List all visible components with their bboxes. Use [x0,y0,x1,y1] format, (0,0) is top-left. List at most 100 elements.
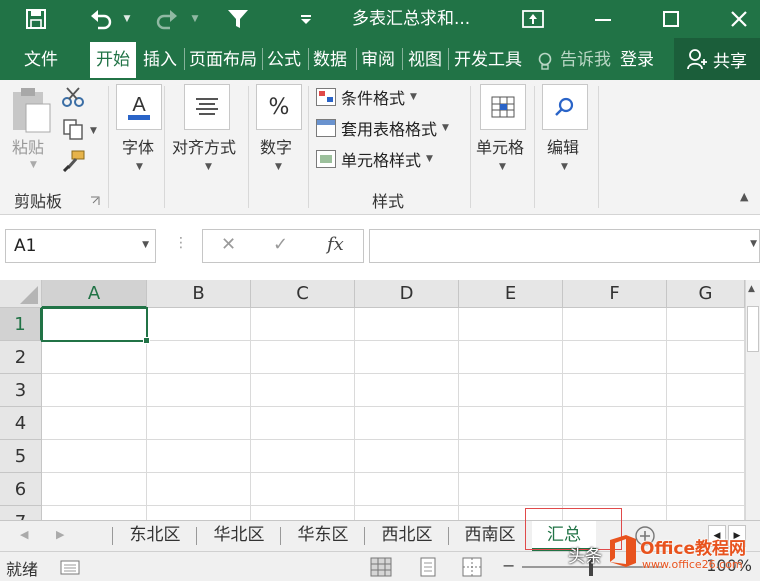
row-header-7[interactable]: 7 [0,506,42,520]
format-painter-icon[interactable] [62,150,86,176]
cell-g3[interactable] [667,374,745,407]
cell-b5[interactable] [147,440,251,473]
cell-f4[interactable] [563,407,667,440]
tab-home[interactable]: 开始 [90,42,136,78]
cut-icon[interactable] [62,86,84,112]
enter-icon[interactable]: ✓ [273,234,288,255]
cell-e6[interactable] [459,473,563,506]
scroll-up-icon[interactable]: ▲ [748,284,755,294]
select-all-corner[interactable] [0,280,42,308]
sheet-tab-huabei[interactable]: 华北区 [198,521,280,551]
cell-c7[interactable] [251,506,355,520]
formula-input[interactable]: ▼ [369,229,760,263]
page-layout-view-icon[interactable] [418,557,438,581]
macro-record-icon[interactable] [60,558,80,580]
cell-g6[interactable] [667,473,745,506]
cell-d6[interactable] [355,473,459,506]
cell-e2[interactable] [459,341,563,374]
conditional-formatting-button[interactable]: 条件格式 ▼ [316,84,417,110]
cell-c3[interactable] [251,374,355,407]
font-button[interactable]: 字体 [122,134,154,158]
editing-button[interactable]: 编辑 [547,134,579,158]
cell-c1[interactable] [251,308,355,341]
sheet-tab-huadong[interactable]: 华东区 [282,521,364,551]
tab-review[interactable]: 审阅 [358,42,398,78]
sheet-scroll-left-icon[interactable]: ◀ [20,528,28,541]
cell-e1[interactable] [459,308,563,341]
row-header-2[interactable]: 2 [0,341,42,374]
cell-d5[interactable] [355,440,459,473]
tab-formulas[interactable]: 公式 [264,42,304,78]
cell-a4[interactable] [42,407,147,440]
editing-dropdown-icon[interactable]: ▼ [561,162,568,172]
maximize-icon[interactable] [658,0,684,38]
cell-e4[interactable] [459,407,563,440]
tab-view[interactable]: 视图 [404,42,446,78]
number-dropdown-icon[interactable]: ▼ [275,162,282,172]
undo-icon[interactable] [86,0,116,38]
cell-f6[interactable] [563,473,667,506]
cell-g7[interactable] [667,506,745,520]
tab-file[interactable]: 文件 [14,42,68,78]
vertical-scroll-thumb[interactable] [747,306,759,352]
column-header-f[interactable]: F [563,280,667,308]
sheet-tab-xinan[interactable]: 西南区 [450,521,530,551]
cell-a3[interactable] [42,374,147,407]
column-header-d[interactable]: D [355,280,459,308]
cell-a7[interactable] [42,506,147,520]
vertical-scrollbar[interactable]: ▲ [745,280,760,520]
row-header-6[interactable]: 6 [0,473,42,506]
sheet-scroll-right-icon[interactable]: ▶ [56,528,64,541]
cell-g2[interactable] [667,341,745,374]
cell-d7[interactable] [355,506,459,520]
cell-f5[interactable] [563,440,667,473]
cell-d2[interactable] [355,341,459,374]
customize-qat-icon[interactable] [298,0,314,38]
paste-dropdown-icon[interactable]: ▼ [30,160,37,170]
cell-c4[interactable] [251,407,355,440]
redo-dropdown-icon[interactable]: ▼ [188,0,202,38]
paste-icon[interactable] [10,86,52,138]
column-header-a[interactable]: A [42,280,147,308]
column-header-e[interactable]: E [459,280,563,308]
cell-b4[interactable] [147,407,251,440]
cells-button[interactable]: 单元格 [476,134,524,158]
alignment-dropdown-icon[interactable]: ▼ [205,162,212,172]
row-header-5[interactable]: 5 [0,440,42,473]
column-header-b[interactable]: B [147,280,251,308]
alignment-button[interactable]: 对齐方式 [172,134,236,158]
close-icon[interactable] [726,0,752,38]
zoom-out-icon[interactable]: − [502,556,515,575]
cell-g4[interactable] [667,407,745,440]
cell-c5[interactable] [251,440,355,473]
row-header-4[interactable]: 4 [0,407,42,440]
page-break-view-icon[interactable] [462,557,482,581]
share-button[interactable]: 共享 [674,38,760,80]
cell-g1[interactable] [667,308,745,341]
expand-formula-icon[interactable]: ▼ [750,239,757,249]
copy-dropdown-icon[interactable]: ▼ [90,126,97,136]
cell-f2[interactable] [563,341,667,374]
name-box[interactable]: A1 ▼ [5,229,156,263]
vertical-dots-icon[interactable]: ⋮ [174,235,188,251]
fill-handle[interactable] [143,337,150,344]
cell-styles-button[interactable]: 单元格样式 ▼ [316,146,433,172]
cell-e5[interactable] [459,440,563,473]
format-as-table-button[interactable]: 套用表格格式 ▼ [316,115,449,141]
column-header-c[interactable]: C [251,280,355,308]
cell-g5[interactable] [667,440,745,473]
cell-e3[interactable] [459,374,563,407]
filter-icon[interactable] [224,0,252,38]
font-icon[interactable]: A [116,84,162,130]
search-icon[interactable] [542,84,588,130]
dialog-launcher-icon[interactable] [90,194,100,210]
cell-b2[interactable] [147,341,251,374]
cell-b3[interactable] [147,374,251,407]
tab-developer[interactable]: 开发工具 [450,42,526,78]
row-header-3[interactable]: 3 [0,374,42,407]
column-header-g[interactable]: G [667,280,745,308]
insert-function-icon[interactable]: fx [327,234,344,255]
ribbon-display-icon[interactable] [520,0,546,38]
row-header-1[interactable]: 1 [0,308,42,341]
tab-data[interactable]: 数据 [310,42,350,78]
